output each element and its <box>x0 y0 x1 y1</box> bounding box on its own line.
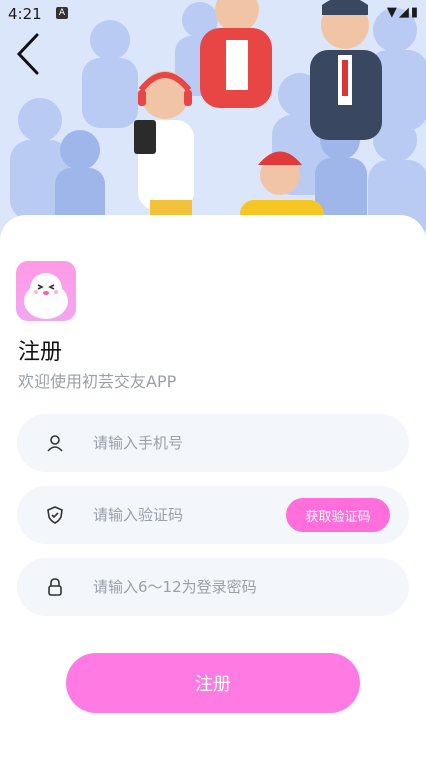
back-button[interactable] <box>8 30 48 78</box>
shield-icon <box>47 506 63 524</box>
chevron-left-icon <box>16 33 39 75</box>
status-time: 4:21 <box>8 5 42 23</box>
user-icon <box>47 435 63 452</box>
page-title: 注册 <box>18 340 63 365</box>
code-input[interactable] <box>93 486 293 544</box>
lock-icon <box>48 578 62 596</box>
signal-battery-icons: ▼◢▮ <box>386 5 420 20</box>
password-input[interactable] <box>93 558 293 616</box>
status-bar: 4:21 A ▼◢▮ <box>0 0 426 28</box>
register-button[interactable]: 注册 <box>66 653 360 713</box>
page-subtitle: 欢迎使用初芸交友APP <box>18 372 177 391</box>
phone-input[interactable] <box>93 414 293 472</box>
password-field[interactable] <box>17 558 409 616</box>
get-code-button[interactable]: 获取验证码 <box>286 498 390 532</box>
app-logo <box>16 261 76 321</box>
phone-field[interactable] <box>17 414 409 472</box>
hero-illustration <box>0 0 426 240</box>
code-field[interactable]: 获取验证码 <box>17 486 409 544</box>
notification-icon: A <box>56 7 68 19</box>
